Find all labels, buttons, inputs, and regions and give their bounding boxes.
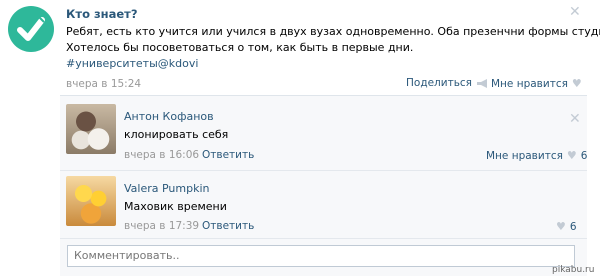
reply-link[interactable]: Ответить xyxy=(202,220,254,232)
post-hashtag[interactable]: #университеты@kdovi xyxy=(66,56,198,72)
comment-like-count: 6 xyxy=(580,149,588,162)
avatar[interactable] xyxy=(66,176,116,226)
post-date[interactable]: вчера в 15:24 xyxy=(66,78,141,90)
close-icon[interactable]: ✕ xyxy=(569,5,581,19)
comment-divider xyxy=(60,170,587,171)
comment-like-button[interactable]: Мне нравится ♥ 6 xyxy=(486,149,587,162)
comment-like-button[interactable]: ♥ 6 xyxy=(556,220,577,233)
comment-divider xyxy=(60,238,587,239)
comment-text: клонировать себя xyxy=(124,128,229,141)
like-button[interactable]: Мне нравится ♥ xyxy=(491,77,582,90)
post-text-line-2: Хотелось бы посоветоваться о том, как бы… xyxy=(66,41,414,54)
post-title[interactable]: Кто знает? xyxy=(66,7,138,21)
reply-link[interactable]: Ответить xyxy=(202,149,254,161)
comment-author[interactable]: Антон Кофанов xyxy=(124,110,214,123)
heart-icon: ♥ xyxy=(571,77,582,90)
avatar[interactable] xyxy=(66,104,116,154)
watermark: pikabu.ru xyxy=(552,265,595,275)
comment-text: Маховик времени xyxy=(124,200,227,213)
close-icon[interactable]: ✕ xyxy=(569,112,581,126)
megaphone-icon xyxy=(476,78,487,88)
check-pencil-icon xyxy=(17,16,45,41)
comment-author[interactable]: Valera Pumpkin xyxy=(124,182,210,195)
like-label: Мне нравится xyxy=(491,77,568,90)
comment-like-count: 6 xyxy=(569,220,577,233)
comment-input[interactable]: Комментировать.. xyxy=(67,245,575,267)
heart-icon: ♥ xyxy=(556,220,566,233)
share-label: Поделиться xyxy=(406,77,472,89)
comment-date[interactable]: вчера в 16:06 xyxy=(124,149,199,161)
comment-like-label: Мне нравится xyxy=(486,149,563,162)
share-button[interactable]: Поделиться xyxy=(406,77,489,89)
group-logo[interactable] xyxy=(8,6,54,52)
post-text-line-1: Ребят, есть кто учится или учился в двух… xyxy=(66,25,600,38)
comment-date[interactable]: вчера в 17:39 xyxy=(124,220,199,232)
heart-icon: ♥ xyxy=(566,149,577,162)
